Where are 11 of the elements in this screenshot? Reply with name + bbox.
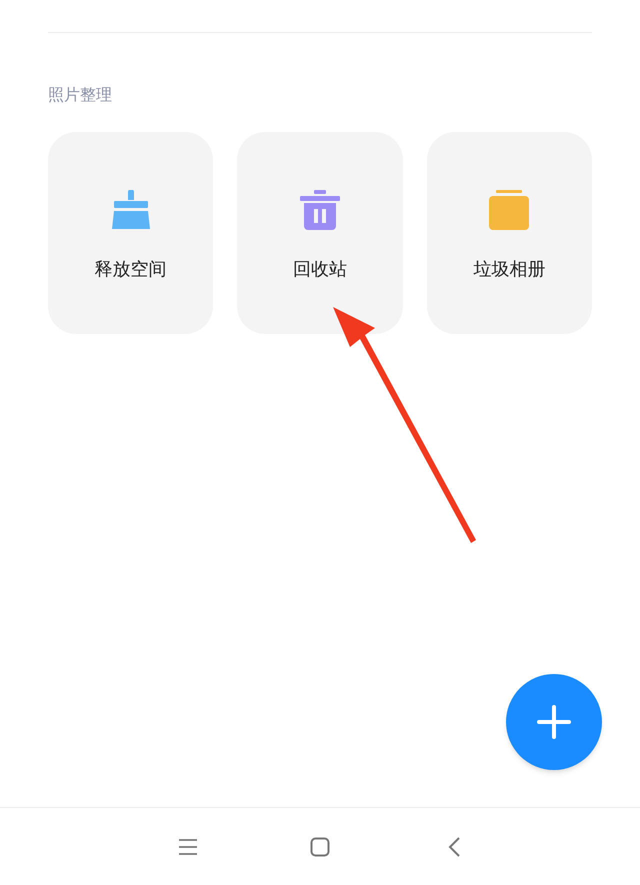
- plus-icon: [537, 705, 571, 739]
- tile-button[interactable]: 回收站: [237, 132, 403, 334]
- broom-icon: [110, 190, 151, 230]
- trash-icon: [300, 190, 340, 230]
- section-title: 照片整理: [48, 85, 112, 105]
- tile-button[interactable]: 垃圾相册: [426, 132, 592, 334]
- folder-icon: [489, 190, 530, 230]
- tile-button[interactable]: 释放空间: [48, 132, 214, 334]
- back-icon[interactable]: [447, 836, 461, 858]
- menu-icon[interactable]: [178, 838, 198, 856]
- home-icon[interactable]: [310, 837, 330, 857]
